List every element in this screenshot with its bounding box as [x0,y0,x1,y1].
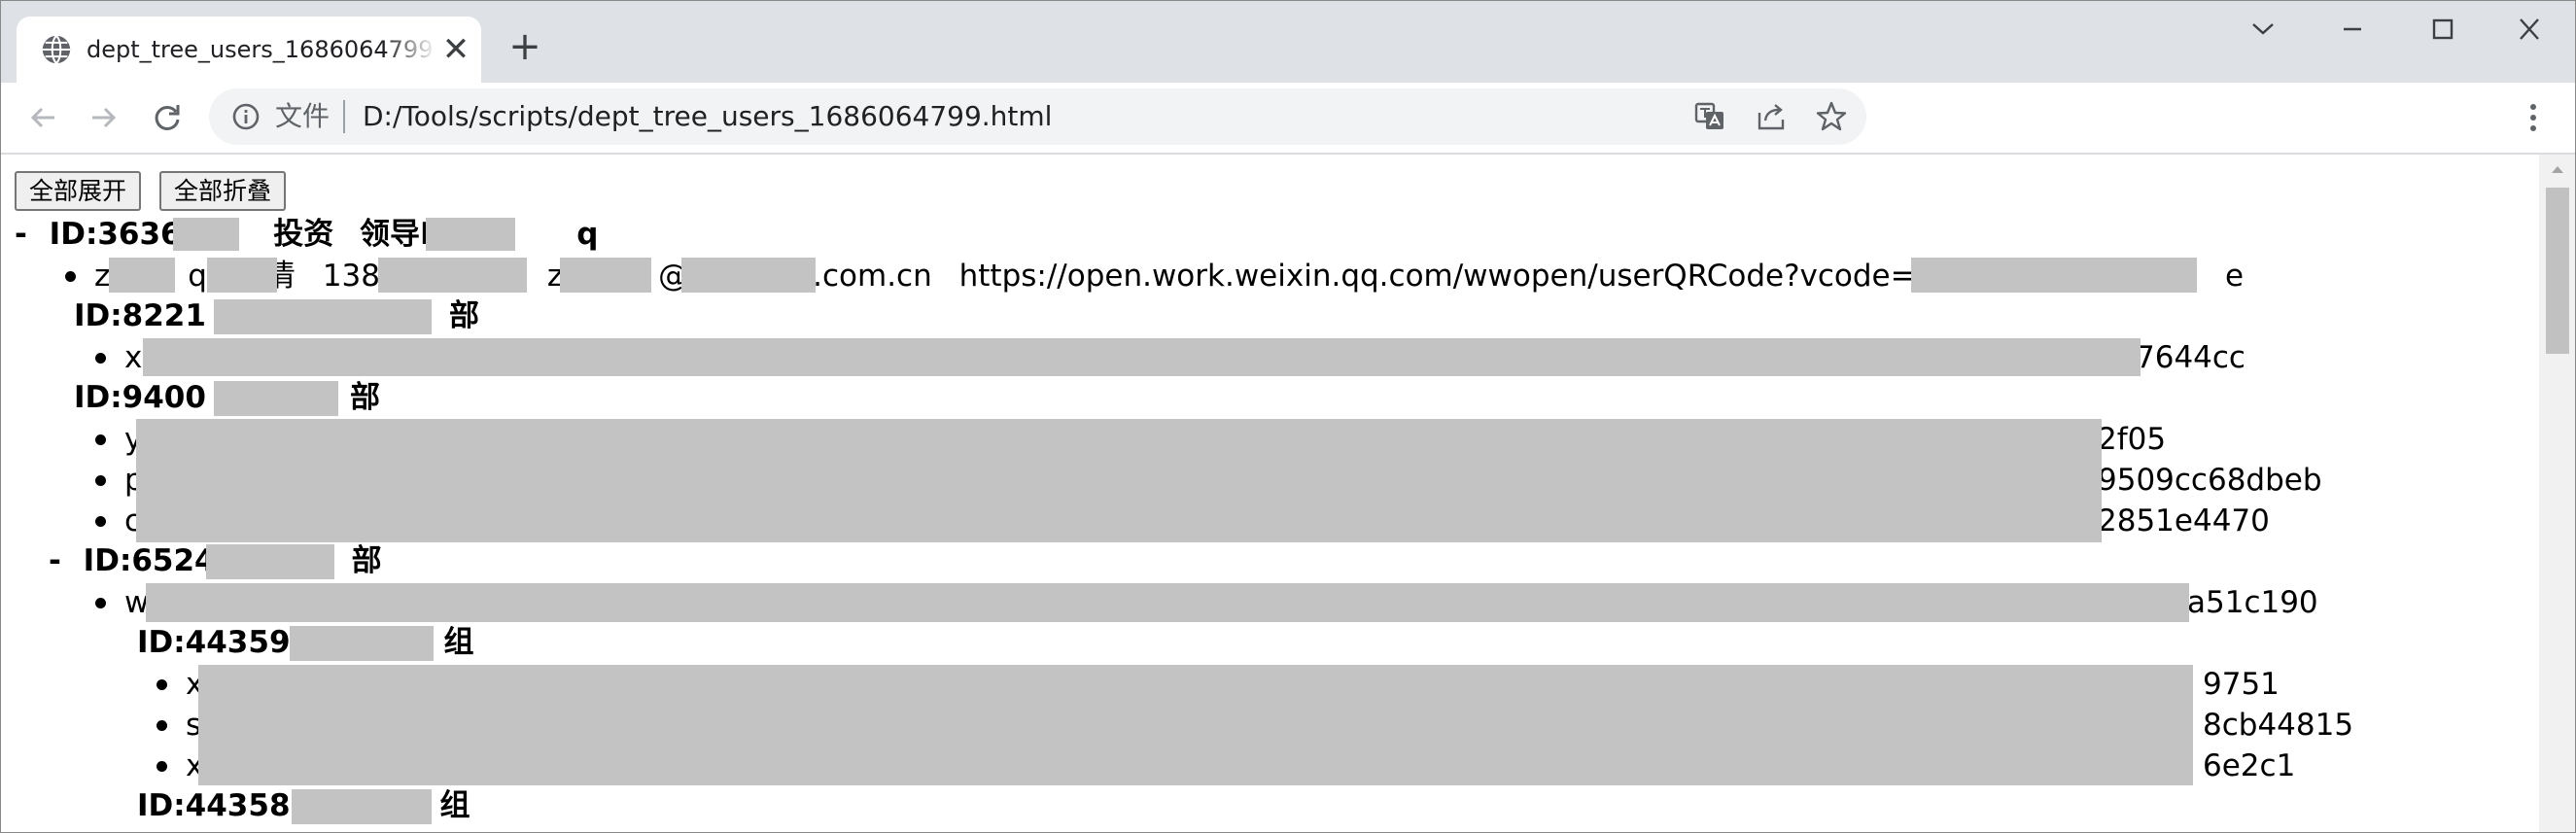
redaction-block [681,258,816,293]
dept-suffix: 组 [439,788,470,823]
dept-suffix: 部 [351,543,382,578]
user-tail: 9751 [2203,667,2280,702]
user-name-mid: q [188,259,207,294]
list-bullet [157,720,167,731]
user-tail: 2f05 [2098,422,2167,457]
reload-icon[interactable] [148,98,187,137]
dept-id: ID:44358 [137,788,291,823]
new-tab-icon[interactable]: + [505,27,544,66]
tab-title: dept_tree_users_1686064799.html [87,36,436,63]
maximize-icon[interactable] [2418,14,2466,45]
user-name-head: z [94,259,111,294]
redaction-block [426,218,515,251]
browser-toolbar: 文件 D:/Tools/scripts/dept_tree_users_1686… [0,83,2576,155]
forward-icon[interactable] [85,98,123,137]
url-text[interactable]: D:/Tools/scripts/dept_tree_users_1686064… [363,100,1052,133]
scroll-up-icon[interactable] [2549,160,2566,178]
list-bullet [95,353,106,364]
user-tail: a51c190 [2187,585,2318,620]
collapse-toggle[interactable]: - [15,217,27,252]
user-tail: 6e2c1 [2203,748,2296,783]
user-tail: 8cb44815 [2203,708,2354,743]
dept-suffix: 部 [448,298,479,333]
dept-name: 投资 [273,217,334,252]
vertical-scrollbar[interactable] [2539,155,2576,833]
redaction-block [198,665,2193,785]
user-tail: 2851e4470 [2098,503,2270,538]
dept-id: ID:44359 [137,625,291,660]
star-icon[interactable] [1815,100,1848,133]
redaction-block [214,381,338,416]
back-icon[interactable] [23,98,62,137]
dept-suffix: 部 [349,380,380,415]
globe-icon [42,35,71,64]
share-icon[interactable] [1755,100,1788,133]
chevron-down-icon[interactable] [2239,14,2287,45]
leader-id-tail: q [576,217,599,252]
omnibox-separator [343,100,345,133]
title-bar: dept_tree_users_1686064799.html ✕ + [0,0,2576,83]
dept-id: ID:8221 [74,298,206,333]
redaction-block [214,299,432,334]
user-tail: 7644cc [2136,340,2245,375]
browser-tab[interactable]: dept_tree_users_1686064799.html ✕ [17,17,481,83]
user-tail: 9509cc68dbeb [2098,463,2322,498]
collapse-toggle[interactable]: - [49,543,61,578]
address-bar[interactable]: 文件 D:/Tools/scripts/dept_tree_users_1686… [209,88,1866,145]
dept-suffix: 组 [443,625,474,660]
redaction-block [207,258,277,293]
list-bullet [95,475,106,486]
redaction-block [173,218,239,251]
redaction-block [1911,258,2197,293]
scroll-thumb[interactable] [2546,188,2569,354]
user-phone-head: 138 [322,259,380,294]
list-bullet [95,516,106,527]
redaction-block [146,583,2189,622]
redaction-block [109,258,175,293]
user-email-tail: .com.cn [813,259,932,294]
user-head: x [124,340,143,375]
close-window-icon[interactable] [2505,14,2554,45]
redaction-block [206,544,334,579]
qr-code-tail: e [2224,259,2245,294]
expand-all-button[interactable]: 全部展开 [15,171,142,211]
page-content: 全部展开 全部折叠 - ID:3636 投资 领导ID: q zq清 138 z… [0,155,2537,833]
redaction-block [378,258,527,293]
redaction-block [136,419,2102,542]
list-bullet [157,761,167,772]
qr-code-url: https://open.work.weixin.qq.com/wwopen/u… [958,259,1933,294]
close-tab-icon[interactable]: ✕ [436,30,475,69]
redaction-block [290,626,434,661]
redaction-block [560,258,651,293]
dept-id: ID:3636 [49,217,182,252]
redaction-block [143,338,2141,376]
collapse-all-button[interactable]: 全部折叠 [159,171,287,211]
file-scheme-label: 文件 [275,100,331,132]
minimize-icon[interactable] [2328,14,2377,45]
list-bullet [95,434,106,445]
more-menu-icon[interactable] [2514,98,2553,137]
info-icon[interactable] [230,101,261,132]
translate-icon[interactable] [1693,100,1726,133]
list-bullet [157,679,167,690]
list-bullet [95,598,106,608]
redaction-block [292,789,432,824]
list-bullet [65,271,76,282]
dept-id: ID:9400 [74,380,206,415]
dept-id: ID:6524 [83,543,216,578]
